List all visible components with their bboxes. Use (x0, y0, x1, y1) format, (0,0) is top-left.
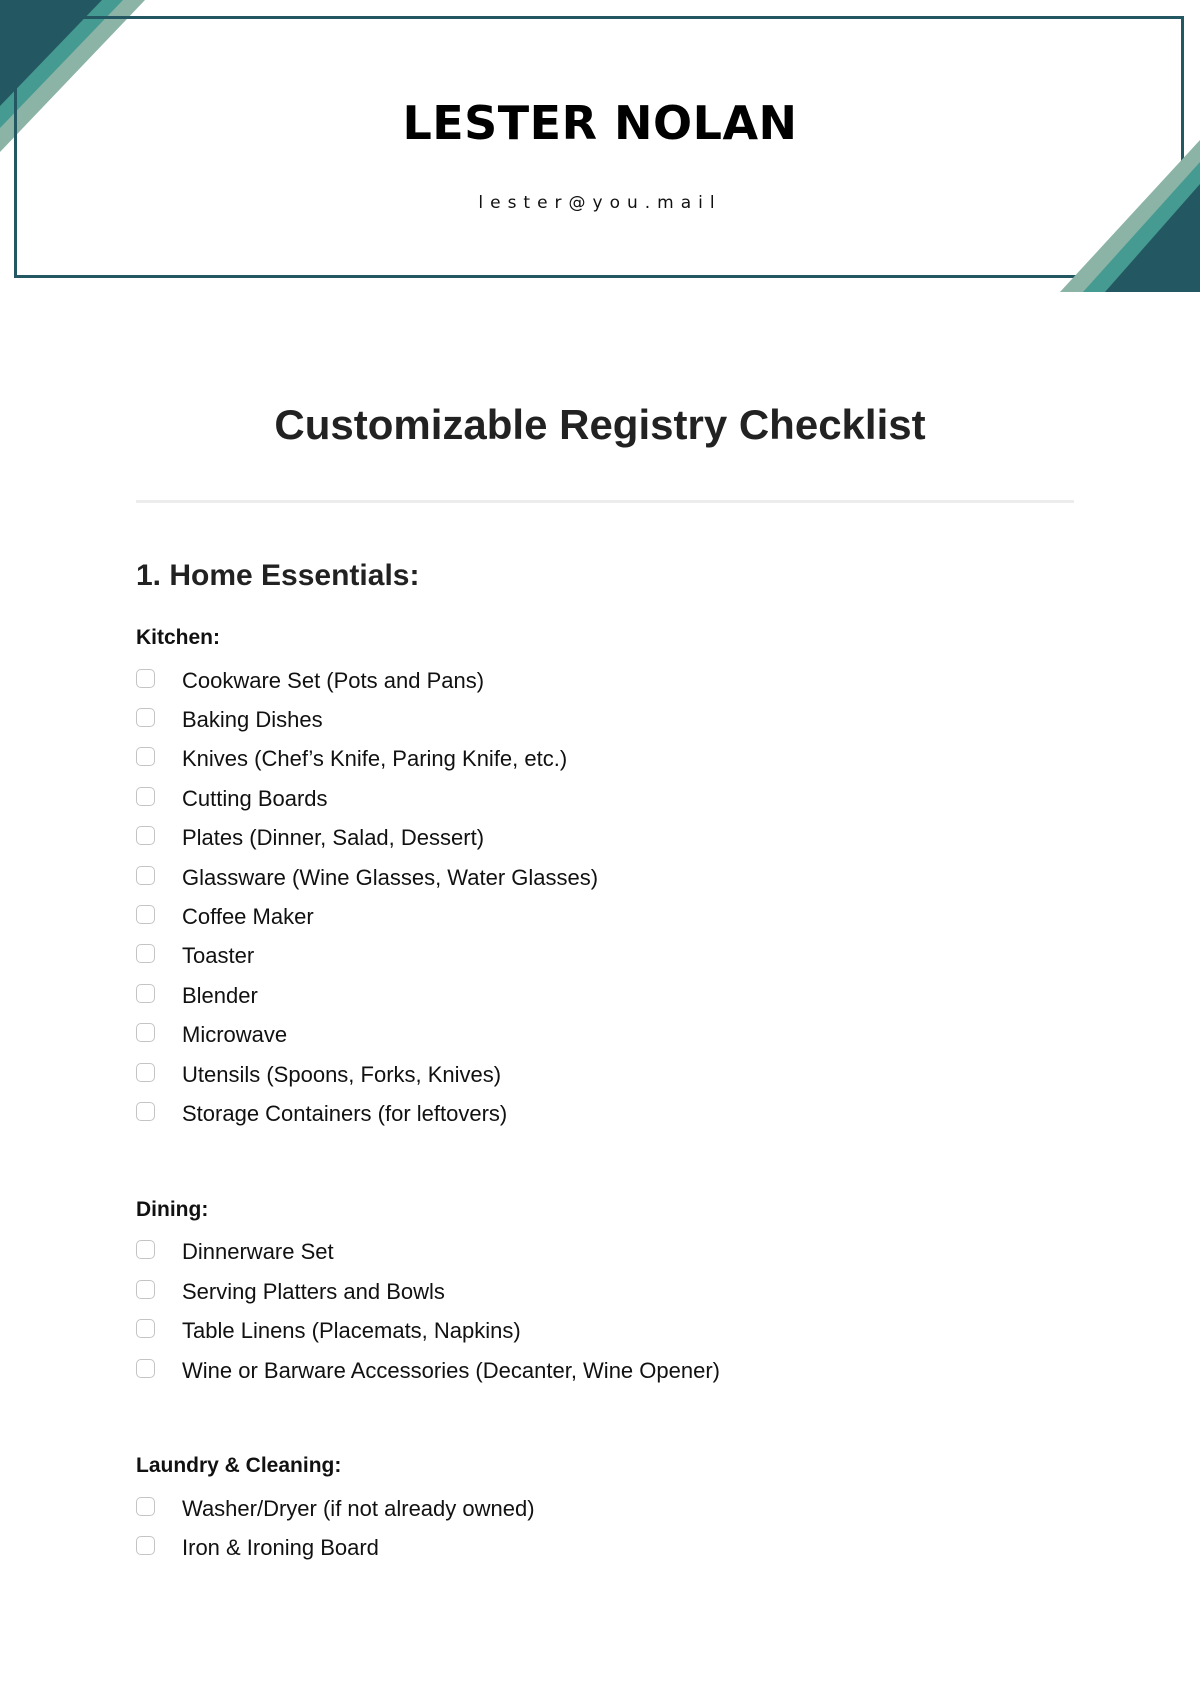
checklist-item[interactable]: Wine or Barware Accessories (Decanter, W… (136, 1351, 1076, 1390)
checklist-item[interactable]: Toaster (136, 937, 1076, 976)
checkbox[interactable] (136, 747, 155, 767)
item-label: Microwave (182, 1022, 288, 1048)
header-name: LESTER NOLAN (402, 96, 798, 150)
checkbox[interactable] (136, 1240, 155, 1260)
item-label: Table Linens (Placemats, Napkins) (182, 1318, 521, 1344)
checkbox[interactable] (136, 1496, 155, 1516)
item-label: Utensils (Spoons, Forks, Knives) (182, 1061, 502, 1087)
group-dining: Dining: Dinnerware Set Serving Platters … (136, 1196, 1076, 1391)
checkbox[interactable] (136, 944, 155, 964)
checkbox[interactable] (136, 1319, 155, 1339)
corner-decoration-bottom-right (1060, 140, 1200, 292)
checkbox[interactable] (136, 1536, 155, 1556)
checklist-item[interactable]: Coffee Maker (136, 897, 1076, 936)
item-label: Coffee Maker (182, 904, 314, 930)
section-heading: 1. Home Essentials: (136, 559, 420, 592)
checklist-item[interactable]: Table Linens (Placemats, Napkins) (136, 1311, 1076, 1350)
checkbox[interactable] (136, 865, 155, 885)
checkbox[interactable] (136, 708, 155, 728)
checkbox[interactable] (136, 1062, 155, 1082)
group-kitchen: Kitchen: Cookware Set (Pots and Pans) Ba… (136, 624, 1076, 1134)
item-label: Serving Platters and Bowls (182, 1278, 445, 1304)
title-divider (136, 500, 1074, 503)
checklist-item[interactable]: Blender (136, 976, 1076, 1015)
item-label: Glassware (Wine Glasses, Water Glasses) (182, 864, 599, 890)
document-title: Customizable Registry Checklist (274, 401, 926, 448)
item-label: Blender (182, 982, 258, 1008)
checkbox[interactable] (136, 1101, 155, 1121)
checklist-content: 1. Home Essentials: Kitchen: Cookware Se… (136, 556, 1076, 1630)
item-label: Plates (Dinner, Salad, Dessert) (182, 825, 485, 851)
checklist-item[interactable]: Baking Dishes (136, 700, 1076, 739)
checklist-item[interactable]: Storage Containers (for leftovers) (136, 1094, 1076, 1133)
item-label: Knives (Chef’s Knife, Paring Knife, etc.… (182, 746, 568, 772)
group-heading: Dining: (136, 1197, 209, 1221)
checkbox[interactable] (136, 983, 155, 1003)
checkbox[interactable] (136, 668, 155, 688)
checkbox[interactable] (136, 905, 155, 925)
item-label: Washer/Dryer (if not already owned) (182, 1495, 535, 1521)
checklist-item[interactable]: Dinnerware Set (136, 1233, 1076, 1272)
item-label: Baking Dishes (182, 707, 323, 733)
item-label: Wine or Barware Accessories (Decanter, W… (182, 1357, 720, 1383)
checkbox[interactable] (136, 786, 155, 806)
item-label: Storage Containers (for leftovers) (182, 1100, 508, 1126)
checklist-item[interactable]: Cutting Boards (136, 779, 1076, 818)
checkbox[interactable] (136, 1279, 155, 1299)
checklist-item[interactable]: Washer/Dryer (if not already owned) (136, 1489, 1076, 1528)
checkbox[interactable] (136, 1023, 155, 1043)
checklist-item[interactable]: Plates (Dinner, Salad, Dessert) (136, 819, 1076, 858)
checklist-item[interactable]: Utensils (Spoons, Forks, Knives) (136, 1055, 1076, 1094)
item-label: Cutting Boards (182, 785, 328, 811)
checklist-item[interactable]: Microwave (136, 1016, 1076, 1055)
header-email: lester@you.mail (478, 193, 722, 213)
item-label: Iron & Ironing Board (182, 1535, 379, 1561)
group-heading: Kitchen: (136, 626, 220, 649)
checkbox[interactable] (136, 1358, 155, 1378)
item-label: Dinnerware Set (182, 1239, 334, 1265)
checklist-item[interactable]: Serving Platters and Bowls (136, 1272, 1076, 1311)
checklist-item[interactable]: Knives (Chef’s Knife, Paring Knife, etc.… (136, 740, 1076, 779)
group-heading: Laundry & Cleaning: (136, 1454, 342, 1478)
group-laundry-cleaning: Laundry & Cleaning: Washer/Dryer (if not… (136, 1452, 1076, 1568)
item-label: Cookware Set (Pots and Pans) (182, 667, 485, 693)
checkbox[interactable] (136, 826, 155, 846)
item-label: Toaster (182, 943, 255, 969)
checklist-item[interactable]: Cookware Set (Pots and Pans) (136, 661, 1076, 700)
checklist-item[interactable]: Iron & Ironing Board (136, 1529, 1076, 1568)
checklist-item[interactable]: Glassware (Wine Glasses, Water Glasses) (136, 858, 1076, 897)
